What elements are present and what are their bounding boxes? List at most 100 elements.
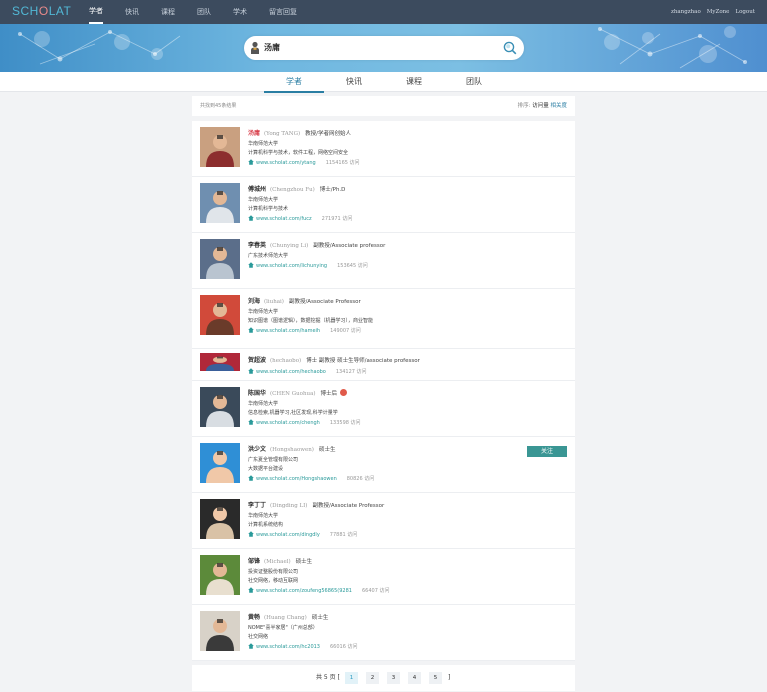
scholar-avatar[interactable] <box>200 499 240 539</box>
homepage-link[interactable]: www.scholat.com/lichunying <box>256 263 327 269</box>
home-icon <box>248 587 254 593</box>
scholar-avatar[interactable] <box>200 611 240 651</box>
username-link[interactable]: zhangzhao <box>671 0 701 24</box>
visit-count: 66407 访问 <box>361 588 390 594</box>
logout-link[interactable]: Logout <box>735 0 755 24</box>
scholar-row: 汤庸 (Yong TANG) 教授/学者网创始人 华南师范大学 计算机科学与技术，软件工… <box>192 121 575 177</box>
nav-teams[interactable]: 团队 <box>197 0 211 24</box>
scholar-english-name: (Huang Chang) <box>264 615 307 621</box>
tab-news[interactable]: 快讯 <box>324 72 384 91</box>
scholar-name[interactable]: 贺超波 <box>248 357 266 364</box>
scholar-name[interactable]: 黄畅 <box>248 614 260 621</box>
scholar-name[interactable]: 刘海 <box>248 298 260 305</box>
scholar-avatar[interactable] <box>200 127 240 167</box>
homepage-link[interactable]: www.scholat.com/ytang <box>256 160 316 166</box>
scholar-english-name: (Chunying Li) <box>270 243 309 249</box>
scholar-avatar[interactable] <box>200 183 240 223</box>
scholar-heading: 汤庸 (Yong TANG) 教授/学者网创始人 <box>248 128 351 137</box>
page-1[interactable]: 1 <box>345 672 358 684</box>
visit-count: 149007 访问 <box>330 328 361 334</box>
scholar-row: 邹锋 (Michael) 硕士生 投资证整股份有限公司 社交网络，移动互联网 www.sc… <box>192 549 575 605</box>
scholar-title: 副教授/Associate Professor <box>288 299 361 305</box>
scholar-row: 陈国华 (CHEN Guohua) 博士后 华南师范大学 信息检索,机器学习,社区发现,… <box>192 381 575 437</box>
scholar-name[interactable]: 汤庸 <box>248 130 260 137</box>
scholar-research-field: 知识图谱（图谱逻辑），数据挖掘（机器学习），商业智能 <box>248 318 374 324</box>
scholar-name[interactable]: 陈国华 <box>248 390 266 397</box>
scholar-research-field: 计算机科学与技术 <box>248 206 289 212</box>
scholar-english-name: (liuhai) <box>264 299 284 305</box>
scholar-avatar[interactable] <box>200 353 240 371</box>
scholar-avatar[interactable] <box>200 443 240 483</box>
scholar-homepage: www.scholat.com/lichunying 153645 访问 <box>248 262 368 269</box>
homepage-link[interactable]: www.scholat.com/hechaobo <box>256 369 326 375</box>
scholar-name[interactable]: 李春英 <box>248 242 266 249</box>
homepage-link[interactable]: www.scholat.com/chengh <box>256 420 320 426</box>
results-header: 共找到45条结果 排序: 访问量 相关度 <box>192 96 575 116</box>
scholar-research-field: 计算机系统结构 <box>248 522 284 528</box>
scholar-avatar[interactable] <box>200 295 240 335</box>
user-links: zhangzhao MyZone Logout <box>665 0 755 24</box>
sort-by-relevance[interactable]: 相关度 <box>550 103 567 109</box>
scholar-homepage: www.scholat.com/zoufeng56865(9281 66407 访… <box>248 587 389 594</box>
homepage-link[interactable]: www.scholat.com/hc2013 <box>256 644 320 650</box>
scholar-name[interactable]: 李丁丁 <box>248 502 266 509</box>
visit-count: 77881 访问 <box>329 532 358 538</box>
visit-count: 134127 访问 <box>335 369 367 375</box>
scholar-row: 洪少文 (Hongshaowen) 硕士生 广东夏全管理有限公司 大数据平台建设 www.… <box>192 437 575 493</box>
scholar-research-field: 社交网络，移动互联网 <box>248 578 299 584</box>
scholar-avatar[interactable] <box>200 239 240 279</box>
sort-by-visits[interactable]: 访问量 <box>532 103 549 109</box>
scholar-name[interactable]: 傅城州 <box>248 186 266 193</box>
scholar-heading: 刘海 (liuhai) 副教授/Associate Professor <box>248 296 361 305</box>
scholar-list: 汤庸 (Yong TANG) 教授/学者网创始人 华南师范大学 计算机科学与技术，软件工… <box>192 121 575 661</box>
scholar-row: 傅城州 (Chengzhou Fu) 博士/Ph.D 华南师范大学 计算机科学与技术 ww… <box>192 177 575 233</box>
nav-messages[interactable]: 留言回复 <box>269 0 297 24</box>
scholar-row: 李春英 (Chunying Li) 副教授/Associate professor 广… <box>192 233 575 289</box>
nav-courses[interactable]: 课程 <box>161 0 175 24</box>
nav-news[interactable]: 快讯 <box>125 0 139 24</box>
scholar-heading: 李春英 (Chunying Li) 副教授/Associate professor <box>248 240 385 249</box>
verified-badge-icon <box>340 389 348 396</box>
scholar-avatar[interactable] <box>200 555 240 595</box>
scholar-organization: 广东夏全管理有限公司 <box>248 457 299 463</box>
scholar-organization: 华南师范大学 <box>248 197 279 203</box>
tab-scholars[interactable]: 学者 <box>264 72 324 93</box>
scholar-title: 硕士生 <box>318 447 336 453</box>
scholar-avatar[interactable] <box>200 387 240 427</box>
nav-academic[interactable]: 学术 <box>233 0 247 24</box>
scholar-research-field: 大数据平台建设 <box>248 466 284 472</box>
home-icon <box>248 159 254 165</box>
page-5[interactable]: 5 <box>429 672 442 684</box>
search-icon[interactable] <box>503 41 517 55</box>
myzone-link[interactable]: MyZone <box>707 0 730 24</box>
homepage-link[interactable]: www.scholat.com/hameih <box>256 328 320 334</box>
nav-scholars[interactable]: 学者 <box>89 0 103 24</box>
scholar-organization: 华南师范大学 <box>248 141 279 147</box>
logo-text-o: O <box>38 4 49 18</box>
homepage-link[interactable]: www.scholat.com/fucz <box>256 216 312 222</box>
scholar-homepage: www.scholat.com/hc2013 66016 访问 <box>248 643 358 650</box>
logo-text-a: SCH <box>12 4 39 18</box>
homepage-link[interactable]: www.scholat.com/zoufeng56865(9281 <box>256 588 352 594</box>
scholar-row: 李丁丁 (Dingding LI) 副教授/Associate Professor 华… <box>192 493 575 549</box>
homepage-link[interactable]: www.scholat.com/Hongshaowen <box>256 476 337 482</box>
page-3[interactable]: 3 <box>387 672 400 684</box>
search-box[interactable]: 汤庸 <box>244 36 524 60</box>
scholar-title: 博士后 <box>320 391 338 397</box>
tab-teams[interactable]: 团队 <box>444 72 504 91</box>
logo-text-b: LAT <box>48 4 72 18</box>
scholar-title: 博士 副教授 硕士生导师/associate professor <box>306 358 420 364</box>
page-4[interactable]: 4 <box>408 672 421 684</box>
scholat-logo[interactable]: SCHOLAT <box>12 4 71 18</box>
homepage-link[interactable]: www.scholat.com/dingdly <box>256 532 320 538</box>
scholar-homepage: www.scholat.com/hameih 149007 访问 <box>248 327 361 334</box>
page-2[interactable]: 2 <box>366 672 379 684</box>
pagination: 共 5 页 [ 1 2 3 4 5 ] <box>192 665 575 691</box>
follow-button[interactable]: 关注 <box>527 446 567 457</box>
tab-courses[interactable]: 课程 <box>384 72 444 91</box>
scholar-name[interactable]: 邹锋 <box>248 558 260 565</box>
search-input[interactable]: 汤庸 <box>264 36 280 60</box>
result-count: 共找到45条结果 <box>200 103 237 109</box>
scholar-name[interactable]: 洪少文 <box>248 446 266 453</box>
scholar-english-name: (CHEN Guohua) <box>270 391 316 397</box>
